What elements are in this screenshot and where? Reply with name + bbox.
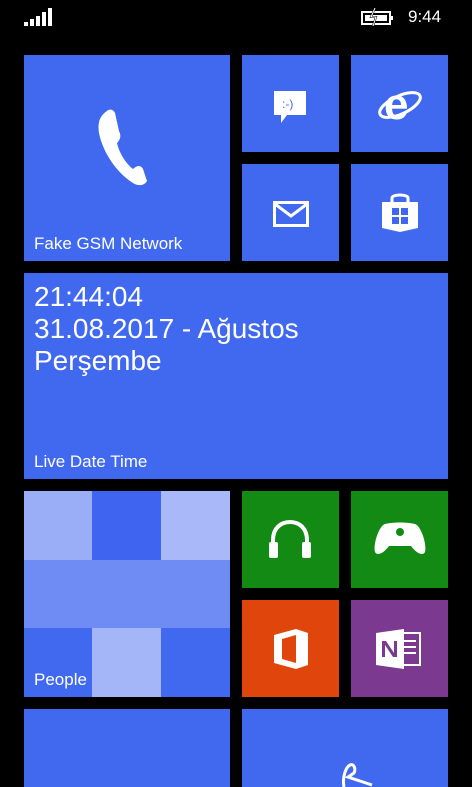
store-tile[interactable]: [351, 164, 448, 261]
internet-explorer-tile[interactable]: e: [351, 55, 448, 152]
status-clock: 9:44: [408, 7, 442, 26]
phone-tile[interactable]: Fake GSM Network: [24, 55, 230, 261]
messaging-icon: :-): [274, 91, 306, 123]
store-icon: [382, 193, 418, 232]
people-photo-cell: [161, 628, 230, 697]
xbox-controller-icon: [374, 522, 426, 554]
music-tile[interactable]: [242, 491, 339, 588]
live-date-time-label: Live Date Time: [34, 452, 148, 471]
headphones-icon: [269, 519, 311, 558]
status-bar: 9:44: [0, 0, 472, 36]
people-tile[interactable]: People: [24, 491, 230, 697]
internet-explorer-icon: e: [378, 81, 422, 127]
onenote-tile[interactable]: [351, 600, 448, 697]
svg-text::-): :-): [282, 97, 293, 111]
people-photo-cell: [92, 491, 161, 560]
mail-icon: [273, 201, 309, 227]
mail-tile[interactable]: [242, 164, 339, 261]
messaging-tile[interactable]: :-): [242, 55, 339, 152]
live-date-time-tile[interactable]: 21:44:04 31.08.2017 - Ağustos Perşembe L…: [24, 273, 448, 479]
phone-icon: [98, 109, 147, 186]
current-date: 31.08.2017 - Ağustos: [34, 313, 299, 344]
signal-bars-icon: [24, 8, 52, 26]
people-photo-cell: [24, 560, 230, 628]
phone-tile-label: Fake GSM Network: [34, 234, 183, 253]
bottom-right-tile[interactable]: [242, 709, 448, 787]
current-day: Perşembe: [34, 345, 162, 376]
office-tile[interactable]: [242, 600, 339, 697]
people-tile-label: People: [34, 670, 87, 689]
people-photo-cell: [161, 491, 230, 560]
svg-text:e: e: [384, 81, 408, 127]
people-photo-cell: [92, 628, 161, 697]
office-icon: [274, 629, 308, 669]
bottom-left-tile[interactable]: [24, 709, 230, 787]
people-photo-cell: [24, 491, 92, 560]
current-time: 21:44:04: [34, 281, 143, 312]
onenote-icon: [376, 629, 421, 669]
date-time-content: 21:44:04 31.08.2017 - Ağustos Perşembe: [34, 281, 299, 377]
partial-tile-icon: [342, 763, 373, 787]
games-tile[interactable]: [351, 491, 448, 588]
battery-charging-icon: [361, 8, 393, 26]
